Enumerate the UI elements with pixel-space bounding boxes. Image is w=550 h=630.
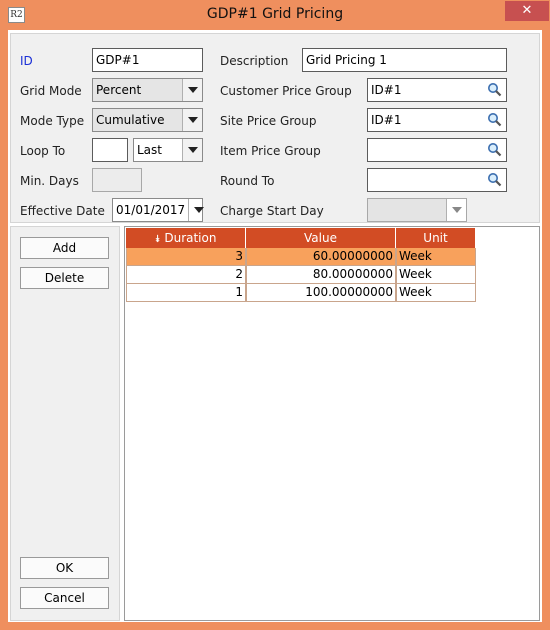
mode-type-value: Cumulative	[96, 113, 165, 127]
magnifier-icon[interactable]	[487, 142, 502, 157]
ok-button[interactable]: OK	[20, 557, 109, 579]
column-header-duration[interactable]: ⯯ Duration	[126, 228, 246, 248]
charge-start-day-select[interactable]	[367, 198, 467, 222]
value-cell[interactable]: 60.00000000	[246, 248, 396, 266]
effective-date-label: Effective Date	[20, 204, 105, 218]
charge-start-day-label: Charge Start Day	[220, 204, 324, 218]
magnifier-icon[interactable]	[487, 112, 502, 127]
customer-price-group-label: Customer Price Group	[220, 84, 352, 98]
grid-actions-panel: Add Delete OK Cancel	[10, 226, 120, 621]
unit-cell[interactable]: Week	[396, 266, 476, 284]
min-days-label: Min. Days	[20, 174, 79, 188]
duration-cell[interactable]: 1	[126, 284, 246, 302]
pricing-grid: ⯯ Duration Value Unit 3 60.00000000 Week…	[124, 226, 540, 621]
description-field[interactable]: Grid Pricing 1	[302, 48, 507, 72]
add-button[interactable]: Add	[20, 237, 109, 259]
description-label: Description	[220, 54, 289, 68]
cancel-button[interactable]: Cancel	[20, 587, 109, 609]
grid-mode-label: Grid Mode	[20, 84, 82, 98]
column-header-unit[interactable]: Unit	[396, 228, 476, 248]
id-label: ID	[20, 54, 33, 68]
column-header-label: Duration	[164, 231, 217, 245]
title-bar[interactable]: R2 GDP#1 Grid Pricing ✕	[0, 0, 550, 30]
duration-cell[interactable]: 3	[126, 248, 246, 266]
column-header-value[interactable]: Value	[246, 228, 396, 248]
chevron-down-icon[interactable]	[182, 79, 202, 101]
customer-price-group-field[interactable]: ID#1	[367, 78, 507, 102]
item-price-group-label: Item Price Group	[220, 144, 321, 158]
chevron-down-icon[interactable]	[182, 109, 202, 131]
id-field[interactable]: GDP#1	[92, 48, 203, 72]
mode-type-select[interactable]: Cumulative	[92, 108, 203, 132]
item-price-group-field[interactable]	[367, 138, 507, 162]
effective-date-picker[interactable]: 01/01/2017	[112, 198, 204, 222]
dialog-window: R2 GDP#1 Grid Pricing ✕ ID GDP#1 Descrip…	[0, 0, 550, 630]
site-price-group-field[interactable]: ID#1	[367, 108, 507, 132]
site-price-group-value: ID#1	[371, 113, 402, 127]
loop-to-select-value: Last	[137, 143, 162, 157]
sort-double-down-icon[interactable]: ⯯	[155, 234, 161, 245]
chevron-down-icon[interactable]	[182, 139, 202, 161]
loop-to-label: Loop To	[20, 144, 66, 158]
min-days-field[interactable]	[92, 168, 142, 192]
delete-button[interactable]: Delete	[20, 267, 109, 289]
value-cell[interactable]: 80.00000000	[246, 266, 396, 284]
chevron-down-icon[interactable]	[188, 199, 204, 221]
chevron-down-icon[interactable]	[446, 199, 466, 221]
magnifier-icon[interactable]	[487, 172, 502, 187]
unit-cell[interactable]: Week	[396, 248, 476, 266]
loop-to-field[interactable]	[92, 138, 128, 162]
round-to-field[interactable]	[367, 168, 507, 192]
window-title: GDP#1 Grid Pricing	[206, 6, 344, 22]
magnifier-icon[interactable]	[487, 82, 502, 97]
effective-date-value: 01/01/2017	[116, 203, 186, 217]
close-button[interactable]: ✕	[505, 1, 549, 21]
site-price-group-label: Site Price Group	[220, 114, 317, 128]
duration-cell[interactable]: 2	[126, 266, 246, 284]
mode-type-label: Mode Type	[20, 114, 85, 128]
loop-to-select[interactable]: Last	[133, 138, 203, 162]
grid-mode-select[interactable]: Percent	[92, 78, 203, 102]
value-cell[interactable]: 100.00000000	[246, 284, 396, 302]
round-to-label: Round To	[220, 174, 275, 188]
header-form: ID GDP#1 Description Grid Pricing 1 Grid…	[10, 33, 540, 223]
customer-price-group-value: ID#1	[371, 83, 402, 97]
grid-mode-value: Percent	[96, 83, 142, 97]
dialog-client: ID GDP#1 Description Grid Pricing 1 Grid…	[8, 30, 542, 622]
unit-cell[interactable]: Week	[396, 284, 476, 302]
